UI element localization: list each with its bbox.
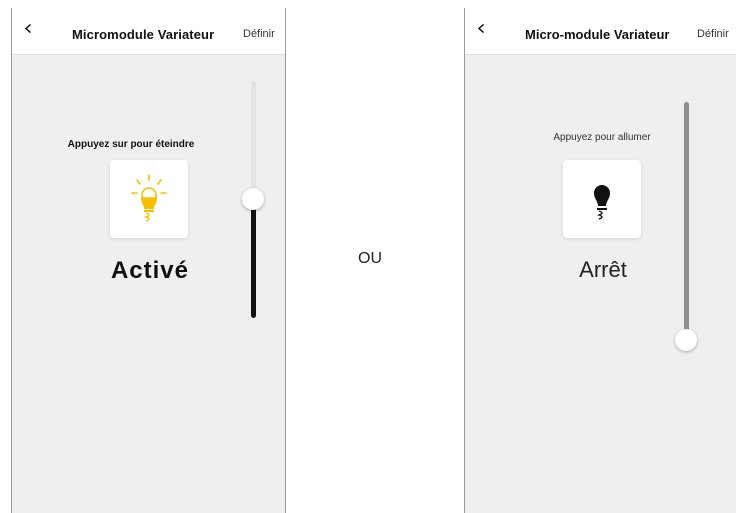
status-label: Activé xyxy=(110,257,190,284)
light-toggle-button[interactable] xyxy=(563,160,641,238)
light-toggle-button[interactable] xyxy=(110,160,188,238)
back-chevron-icon[interactable] xyxy=(24,24,33,33)
screen-dimmer-off: Micro-module Variateur Définir Appuyez p… xyxy=(464,8,736,513)
slider-track-inactive xyxy=(684,102,689,345)
slider-thumb[interactable] xyxy=(675,329,697,351)
slider-thumb[interactable] xyxy=(242,188,264,210)
app-header: Micromodule Variateur Définir xyxy=(12,8,285,55)
page-title: Micromodule Variateur xyxy=(72,27,215,42)
define-button[interactable]: Définir xyxy=(243,28,275,40)
screen-dimmer-on: Micromodule Variateur Définir Appuyez su… xyxy=(11,8,286,513)
define-button[interactable]: Définir xyxy=(697,28,729,40)
slider-track-inactive xyxy=(251,81,256,201)
slider-track-active xyxy=(251,198,256,318)
or-separator: OU xyxy=(358,250,382,267)
back-chevron-icon[interactable] xyxy=(477,24,486,33)
page-title: Micro-module Variateur xyxy=(525,27,670,42)
status-label: Arrêt xyxy=(579,257,627,282)
toggle-hint: Appuyez pour allumer xyxy=(553,132,651,143)
toggle-hint: Appuyez sur pour éteindre xyxy=(67,139,195,150)
bulb-off-icon xyxy=(594,185,610,220)
app-header: Micro-module Variateur Définir xyxy=(465,8,736,55)
bulb-on-icon xyxy=(131,174,167,222)
